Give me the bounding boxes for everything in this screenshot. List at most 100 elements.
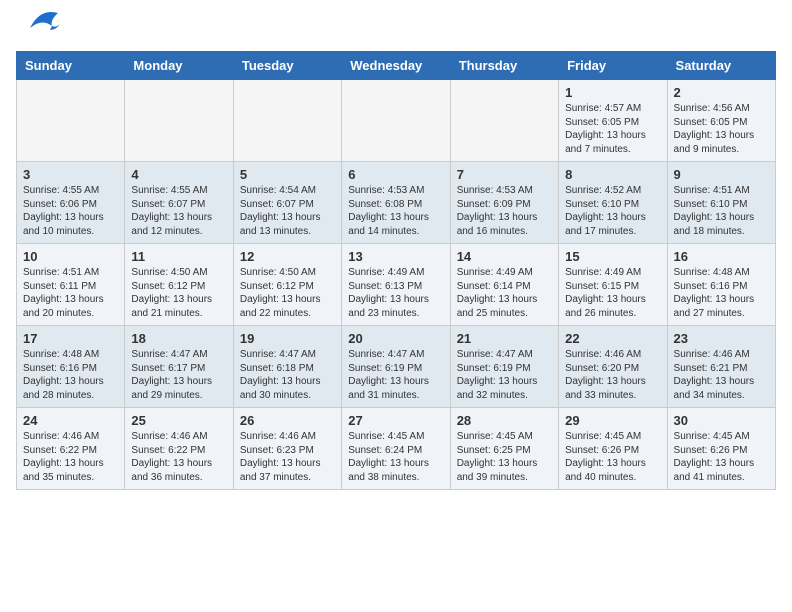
calendar-cell: 29 Sunrise: 4:45 AM Sunset: 6:26 PM Dayli… (559, 408, 667, 490)
day-number: 15 (565, 249, 660, 264)
day-info: Sunrise: 4:46 AM Sunset: 6:21 PM Dayligh… (674, 348, 769, 402)
day-number: 17 (23, 331, 118, 346)
day-info: Sunrise: 4:47 AM Sunset: 6:17 PM Dayligh… (131, 348, 226, 402)
day-info: Sunrise: 4:49 AM Sunset: 6:13 PM Dayligh… (348, 266, 443, 320)
calendar-cell (450, 80, 558, 162)
day-number: 24 (23, 413, 118, 428)
calendar-week-row: 24 Sunrise: 4:46 AM Sunset: 6:22 PM Dayli… (17, 408, 776, 490)
weekday-header-tuesday: Tuesday (233, 52, 341, 80)
weekday-header-thursday: Thursday (450, 52, 558, 80)
day-info: Sunrise: 4:54 AM Sunset: 6:07 PM Dayligh… (240, 184, 335, 238)
calendar-week-row: 3 Sunrise: 4:55 AM Sunset: 6:06 PM Daylig… (17, 162, 776, 244)
day-info: Sunrise: 4:55 AM Sunset: 6:07 PM Dayligh… (131, 184, 226, 238)
day-number: 11 (131, 249, 226, 264)
day-info: Sunrise: 4:50 AM Sunset: 6:12 PM Dayligh… (240, 266, 335, 320)
calendar-cell: 19 Sunrise: 4:47 AM Sunset: 6:18 PM Dayli… (233, 326, 341, 408)
day-info: Sunrise: 4:49 AM Sunset: 6:15 PM Dayligh… (565, 266, 660, 320)
calendar-cell: 30 Sunrise: 4:45 AM Sunset: 6:26 PM Dayli… (667, 408, 775, 490)
calendar-cell: 18 Sunrise: 4:47 AM Sunset: 6:17 PM Dayli… (125, 326, 233, 408)
day-info: Sunrise: 4:52 AM Sunset: 6:10 PM Dayligh… (565, 184, 660, 238)
calendar-cell: 2Sunrise: 4:56 AM Sunset: 6:05 PM Daylig… (667, 80, 775, 162)
calendar-cell: 14 Sunrise: 4:49 AM Sunset: 6:14 PM Dayli… (450, 244, 558, 326)
day-number: 16 (674, 249, 769, 264)
page-container: SundayMondayTuesdayWednesdayThursdayFrid… (16, 16, 776, 490)
weekday-header-sunday: Sunday (17, 52, 125, 80)
day-info: Sunrise: 4:46 AM Sunset: 6:22 PM Dayligh… (131, 430, 226, 484)
day-info: Sunrise: 4:49 AM Sunset: 6:14 PM Dayligh… (457, 266, 552, 320)
day-info: Sunrise: 4:46 AM Sunset: 6:22 PM Dayligh… (23, 430, 118, 484)
day-info: Sunrise: 4:51 AM Sunset: 6:10 PM Dayligh… (674, 184, 769, 238)
day-info: Sunrise: 4:50 AM Sunset: 6:12 PM Dayligh… (131, 266, 226, 320)
day-info: Sunrise: 4:46 AM Sunset: 6:23 PM Dayligh… (240, 430, 335, 484)
day-info: Sunrise: 4:47 AM Sunset: 6:18 PM Dayligh… (240, 348, 335, 402)
calendar-cell: 8 Sunrise: 4:52 AM Sunset: 6:10 PM Daylig… (559, 162, 667, 244)
day-info: Sunrise: 4:47 AM Sunset: 6:19 PM Dayligh… (457, 348, 552, 402)
calendar-cell: 11 Sunrise: 4:50 AM Sunset: 6:12 PM Dayli… (125, 244, 233, 326)
calendar-cell: 27Sunrise: 4:45 AM Sunset: 6:24 PM Dayli… (342, 408, 450, 490)
day-number: 13 (348, 249, 443, 264)
day-info: Sunrise: 4:48 AM Sunset: 6:16 PM Dayligh… (674, 266, 769, 320)
calendar-cell: 10 Sunrise: 4:51 AM Sunset: 6:11 PM Dayli… (17, 244, 125, 326)
calendar-cell: 5 Sunrise: 4:54 AM Sunset: 6:07 PM Daylig… (233, 162, 341, 244)
day-number: 8 (565, 167, 660, 182)
day-number: 12 (240, 249, 335, 264)
day-number: 9 (674, 167, 769, 182)
calendar-cell: 7 Sunrise: 4:53 AM Sunset: 6:09 PM Daylig… (450, 162, 558, 244)
calendar-cell (233, 80, 341, 162)
calendar-cell: 6Sunrise: 4:53 AM Sunset: 6:08 PM Daylig… (342, 162, 450, 244)
day-info: Sunrise: 4:53 AM Sunset: 6:08 PM Dayligh… (348, 184, 443, 238)
calendar-cell: 4 Sunrise: 4:55 AM Sunset: 6:07 PM Daylig… (125, 162, 233, 244)
calendar-table: SundayMondayTuesdayWednesdayThursdayFrid… (16, 51, 776, 490)
logo-bird-icon (20, 8, 60, 43)
header (16, 16, 776, 43)
day-info: Sunrise: 4:57 AM Sunset: 6:05 PM Dayligh… (565, 102, 660, 156)
day-number: 1 (565, 85, 660, 100)
day-info: Sunrise: 4:47 AM Sunset: 6:19 PM Dayligh… (348, 348, 443, 402)
day-info: Sunrise: 4:53 AM Sunset: 6:09 PM Dayligh… (457, 184, 552, 238)
day-number: 4 (131, 167, 226, 182)
calendar-cell (17, 80, 125, 162)
day-number: 22 (565, 331, 660, 346)
calendar-cell: 21Sunrise: 4:47 AM Sunset: 6:19 PM Dayli… (450, 326, 558, 408)
calendar-cell: 26Sunrise: 4:46 AM Sunset: 6:23 PM Dayli… (233, 408, 341, 490)
day-number: 10 (23, 249, 118, 264)
day-number: 27 (348, 413, 443, 428)
weekday-header-monday: Monday (125, 52, 233, 80)
calendar-cell: 15 Sunrise: 4:49 AM Sunset: 6:15 PM Dayli… (559, 244, 667, 326)
day-info: Sunrise: 4:48 AM Sunset: 6:16 PM Dayligh… (23, 348, 118, 402)
day-info: Sunrise: 4:45 AM Sunset: 6:25 PM Dayligh… (457, 430, 552, 484)
day-number: 18 (131, 331, 226, 346)
day-number: 7 (457, 167, 552, 182)
day-number: 3 (23, 167, 118, 182)
day-number: 5 (240, 167, 335, 182)
day-number: 19 (240, 331, 335, 346)
day-number: 14 (457, 249, 552, 264)
day-number: 30 (674, 413, 769, 428)
weekday-header-wednesday: Wednesday (342, 52, 450, 80)
calendar-cell: 16 Sunrise: 4:48 AM Sunset: 6:16 PM Dayli… (667, 244, 775, 326)
day-number: 2 (674, 85, 769, 100)
calendar-header-row: SundayMondayTuesdayWednesdayThursdayFrid… (17, 52, 776, 80)
day-info: Sunrise: 4:45 AM Sunset: 6:26 PM Dayligh… (674, 430, 769, 484)
day-info: Sunrise: 4:55 AM Sunset: 6:06 PM Dayligh… (23, 184, 118, 238)
day-info: Sunrise: 4:45 AM Sunset: 6:26 PM Dayligh… (565, 430, 660, 484)
calendar-cell (342, 80, 450, 162)
day-info: Sunrise: 4:51 AM Sunset: 6:11 PM Dayligh… (23, 266, 118, 320)
calendar-cell: 24 Sunrise: 4:46 AM Sunset: 6:22 PM Dayli… (17, 408, 125, 490)
calendar-cell: 20Sunrise: 4:47 AM Sunset: 6:19 PM Dayli… (342, 326, 450, 408)
calendar-cell: 1 Sunrise: 4:57 AM Sunset: 6:05 PM Daylig… (559, 80, 667, 162)
day-number: 23 (674, 331, 769, 346)
calendar-week-row: 1 Sunrise: 4:57 AM Sunset: 6:05 PM Daylig… (17, 80, 776, 162)
calendar-cell: 13 Sunrise: 4:49 AM Sunset: 6:13 PM Dayli… (342, 244, 450, 326)
calendar-cell: 28 Sunrise: 4:45 AM Sunset: 6:25 PM Dayli… (450, 408, 558, 490)
weekday-header-friday: Friday (559, 52, 667, 80)
day-number: 29 (565, 413, 660, 428)
day-number: 25 (131, 413, 226, 428)
day-number: 28 (457, 413, 552, 428)
calendar-cell (125, 80, 233, 162)
calendar-week-row: 10 Sunrise: 4:51 AM Sunset: 6:11 PM Dayli… (17, 244, 776, 326)
calendar-cell: 3 Sunrise: 4:55 AM Sunset: 6:06 PM Daylig… (17, 162, 125, 244)
calendar-week-row: 17 Sunrise: 4:48 AM Sunset: 6:16 PM Dayli… (17, 326, 776, 408)
day-info: Sunrise: 4:46 AM Sunset: 6:20 PM Dayligh… (565, 348, 660, 402)
calendar-cell: 12 Sunrise: 4:50 AM Sunset: 6:12 PM Dayli… (233, 244, 341, 326)
